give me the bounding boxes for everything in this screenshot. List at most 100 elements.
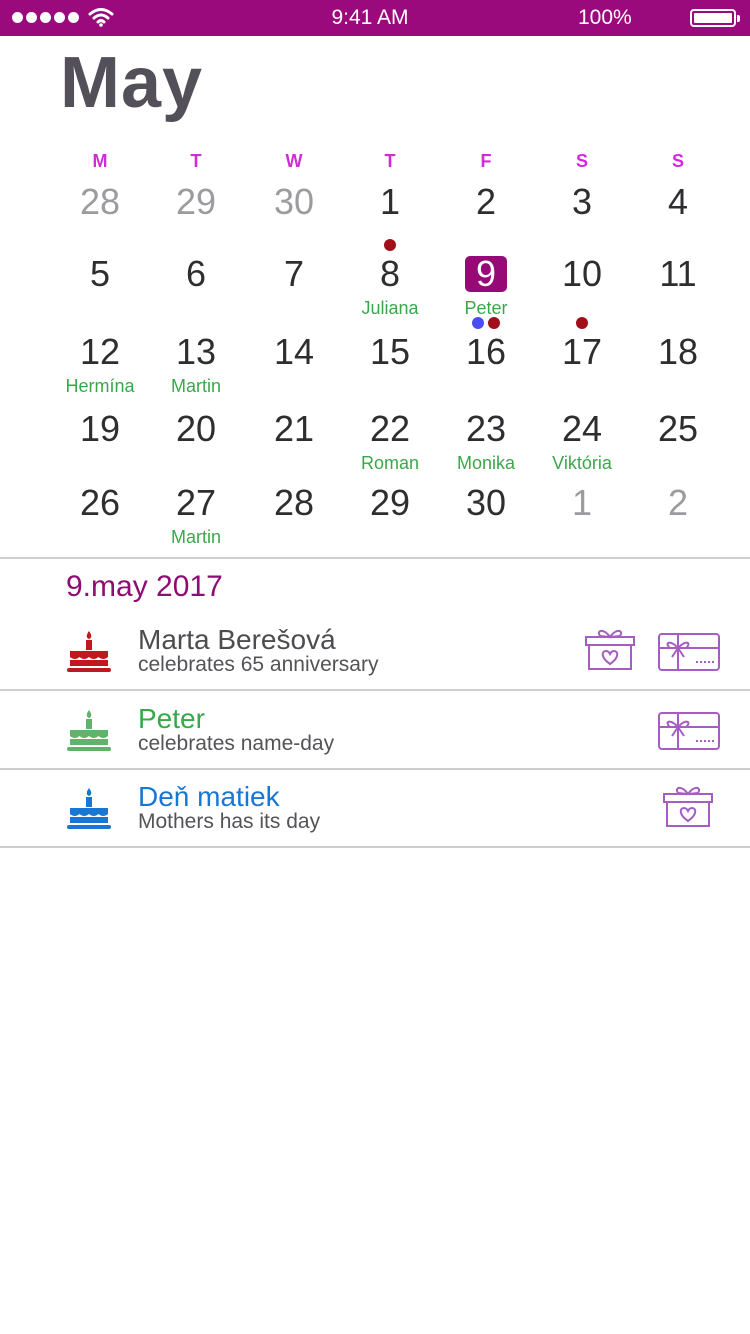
name-day-label: Martin [170,376,221,396]
birthday-cake-icon [66,708,112,752]
birthday-cake-icon [66,629,112,673]
event-row[interactable]: Peter celebrates name-day [0,692,750,770]
day-number: 2 [667,482,689,523]
weekday-label: F [480,151,492,171]
calendar-day-12[interactable]: 12 Hermína [52,326,148,398]
calendar-day-14[interactable]: 14 [246,326,342,398]
calendar-day-16[interactable]: 16 [438,317,534,398]
day-number: 22 [369,408,411,449]
day-number: 9 [475,253,497,294]
gift-card-button[interactable] [658,712,720,755]
event-dot [384,239,396,251]
day-number: 1 [571,482,593,523]
calendar-day-1[interactable]: 1 [534,477,630,549]
day-number: 1 [379,181,401,222]
month-title: May [60,43,204,123]
calendar-day-25[interactable]: 25 [630,403,726,475]
calendar-day-3[interactable]: 3 [534,176,630,248]
day-number: 19 [79,408,121,449]
calendar-day-18[interactable]: 18 [630,326,726,398]
day-number: 21 [273,408,315,449]
day-number: 5 [89,253,111,294]
gift-box-button[interactable] [662,783,714,834]
calendar-day-24[interactable]: 24 Viktória [534,403,630,475]
calendar-day-30[interactable]: 30 [438,477,534,549]
day-number: 29 [175,181,217,222]
calendar-day-2[interactable]: 2 [630,477,726,549]
calendar-day-13[interactable]: 13 Martin [148,326,244,398]
calendar-day-29[interactable]: 29 [342,477,438,549]
day-number: 28 [79,181,121,222]
weekday-label: M [92,151,108,171]
birthday-cake-icon [66,786,112,830]
weekday-label: S [575,151,588,171]
day-number: 10 [561,253,603,294]
name-day-label: Martin [170,527,221,547]
day-number: 18 [657,331,699,372]
day-number: 24 [561,408,603,449]
calendar-day-4[interactable]: 4 [630,176,726,248]
gift-box-button[interactable] [584,626,636,677]
calendar-day-22[interactable]: 22 Roman [342,403,438,475]
calendar-day-29[interactable]: 29 [148,176,244,248]
event-dot [488,317,500,329]
gift-card-icon [658,633,720,675]
gift-card-icon [658,712,720,754]
calendar-day-19[interactable]: 19 [52,403,148,475]
day-number: 28 [273,482,315,523]
day-number: 11 [659,253,697,294]
battery-percent: 100% [578,6,632,29]
calendar-day-30[interactable]: 30 [246,176,342,248]
calendar-day-17[interactable]: 17 [534,317,630,398]
day-number: 14 [273,331,315,372]
day-number: 15 [369,331,411,372]
calendar-day-2[interactable]: 2 [438,176,534,248]
calendar-day-7[interactable]: 7 [246,248,342,320]
name-day-label: Viktória [552,453,612,473]
calendar-day-28[interactable]: 28 [52,176,148,248]
gift-box-icon [662,786,714,833]
event-title: Deň matiek [138,781,280,812]
gift-card-button[interactable] [658,633,720,676]
calendar-day-15[interactable]: 15 [342,326,438,398]
calendar-day-20[interactable]: 20 [148,403,244,475]
day-number: 17 [561,331,603,372]
weekday-label: T [190,151,202,171]
selected-date-label: 9.may 2017 [66,570,223,603]
day-number: 8 [379,253,401,294]
day-number: 16 [465,331,507,372]
event-subtitle: Mothers has its day [138,810,321,833]
row-divider [0,846,750,848]
event-title: Marta Berešová [138,624,336,655]
day-number: 3 [571,181,593,222]
day-number: 13 [175,331,217,372]
calendar-day-9[interactable]: 9 Peter [438,248,534,320]
calendar-day-27[interactable]: 27 Martin [148,477,244,549]
day-number: 29 [369,482,411,523]
calendar-day-26[interactable]: 26 [52,477,148,549]
gift-box-icon [584,629,636,676]
day-number: 20 [175,408,217,449]
calendar-day-10[interactable]: 10 [534,248,630,320]
day-number: 26 [79,482,121,523]
battery-icon [690,9,740,27]
calendar-day-8[interactable]: 8 Juliana [342,239,438,320]
event-row[interactable]: Deň matiek Mothers has its day [0,770,750,848]
calendar-day-21[interactable]: 21 [246,403,342,475]
calendar-divider [0,557,750,559]
day-number: 2 [475,181,497,222]
calendar-day-6[interactable]: 6 [148,248,244,320]
day-number: 30 [465,482,507,523]
weekday-label: S [671,151,684,171]
calendar-day-23[interactable]: 23 Monika [438,403,534,475]
day-number: 27 [175,482,217,523]
status-bar: 9:41 AM 100% [0,0,750,36]
weekday-label: W [285,151,303,171]
calendar-day-11[interactable]: 11 [630,248,726,320]
calendar-day-5[interactable]: 5 [52,248,148,320]
event-row[interactable]: Marta Berešová celebrates 65 anniversary [0,613,750,691]
calendar-day-1[interactable]: 1 [342,176,438,248]
day-number: 4 [667,181,689,222]
calendar-day-28[interactable]: 28 [246,477,342,549]
day-number: 6 [185,253,207,294]
